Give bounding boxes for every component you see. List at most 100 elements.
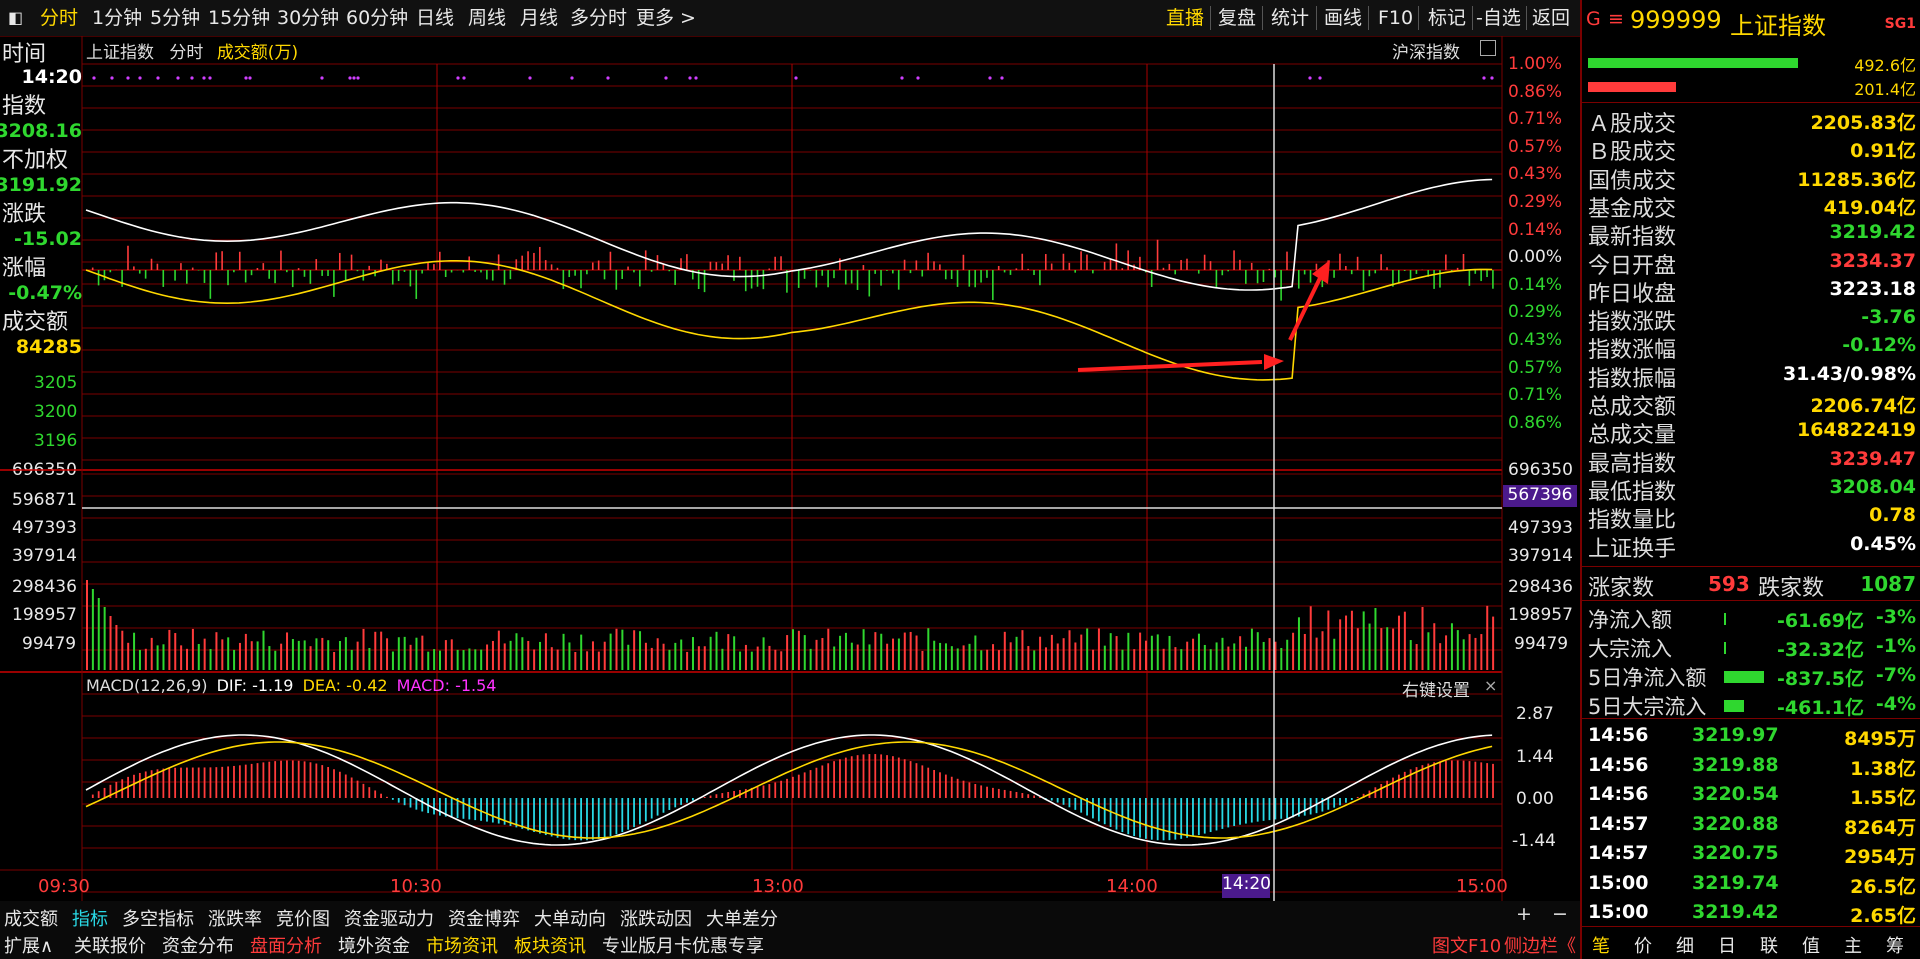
event-dot [456, 76, 460, 80]
volume-bar [1233, 643, 1236, 670]
trend-bar [1215, 270, 1218, 288]
info-tab[interactable]: 盘面分析 [250, 932, 322, 958]
volume-bar [227, 637, 230, 670]
volume-bar [191, 628, 194, 670]
indicator-tab[interactable]: 大单动向 [534, 905, 606, 931]
trend-bar [1486, 270, 1488, 278]
close-icon[interactable]: × [1484, 676, 1497, 695]
trend-bar [1080, 251, 1082, 270]
info-tab[interactable]: 境外资金 [338, 932, 410, 958]
flow-pct: -3% [1875, 606, 1916, 628]
volume-bar [421, 635, 424, 670]
trend-bar [227, 270, 229, 286]
zoom-in-button[interactable]: + [1516, 903, 1532, 925]
volume-bar [1239, 636, 1242, 670]
volume-bar [997, 650, 1000, 670]
volume-bar [1256, 632, 1259, 670]
trend-bar [174, 270, 176, 281]
volume-axis-right: 198957 [1508, 605, 1573, 625]
macd-bar [197, 767, 200, 798]
macd-bar [944, 774, 947, 798]
trend-bar [403, 270, 406, 272]
panel-tab[interactable]: 日 [1718, 932, 1736, 958]
volume-bar [1197, 633, 1200, 670]
trend-bar [1456, 267, 1459, 270]
volume-bar [809, 648, 812, 670]
panel-tab[interactable]: 笔 [1592, 932, 1610, 958]
macd-bar [1286, 798, 1288, 819]
volume-bar [409, 644, 412, 670]
macd-bar [709, 795, 712, 798]
trend-bar [109, 270, 112, 273]
indicator-tab[interactable]: 指标 [72, 905, 108, 931]
macd-bar [1450, 760, 1453, 798]
panel-tab[interactable]: 值 [1802, 932, 1820, 958]
f10-link[interactable]: 图文F10 [1432, 932, 1501, 958]
panel-tab[interactable]: 细 [1676, 932, 1694, 958]
trend-bar [486, 270, 488, 280]
macd-bar [327, 767, 330, 798]
volume-bar [174, 633, 177, 670]
indicator-tab[interactable]: 涨跌动因 [620, 905, 692, 931]
macd-bar [215, 767, 218, 798]
indicator-tab[interactable]: 资金驱动力 [344, 905, 434, 931]
indicator-tab[interactable]: 成交额 [4, 905, 58, 931]
macd-bar [1233, 798, 1236, 827]
trend-bar [291, 270, 294, 288]
menu-icon[interactable]: ≡ [1608, 8, 1624, 30]
pct-axis-label: 0.00% [1508, 247, 1563, 268]
trend-bar [786, 270, 788, 293]
trend-bar [580, 270, 582, 289]
macd-bar [433, 798, 435, 815]
sidebar-toggle[interactable]: 侧边栏《 [1504, 932, 1576, 958]
volume-bar [1092, 649, 1095, 670]
macd-bar [268, 761, 271, 798]
macd-bar [815, 767, 818, 798]
volume-bar [1356, 628, 1359, 670]
trend-bar [780, 256, 782, 270]
trend-bar [338, 252, 341, 270]
volume-bar [1221, 637, 1224, 670]
volume-bar [86, 580, 88, 670]
trend-bar [903, 259, 906, 270]
indicator-tab[interactable]: 涨跌率 [208, 905, 262, 931]
indicator-tab[interactable]: 大单差分 [706, 905, 778, 931]
panel-tab[interactable]: 筹 [1886, 932, 1904, 958]
panel-tab[interactable]: 价 [1634, 932, 1652, 958]
panel-tab[interactable]: 主 [1844, 932, 1862, 958]
trade-volume: 2.65亿 [1850, 905, 1916, 927]
trend-bar [321, 270, 323, 276]
macd-bar [892, 756, 894, 798]
indicator-tab[interactable]: 资金博弈 [448, 905, 520, 931]
info-tab[interactable]: 关联报价 [74, 932, 146, 958]
macd-bar [939, 772, 941, 798]
macd-bar [539, 798, 541, 834]
indicator-tab[interactable]: 竞价图 [276, 905, 330, 931]
macd-bar [1015, 791, 1018, 798]
macd-bar [409, 798, 412, 808]
info-tab[interactable]: 专业版月卡优惠专享 [602, 932, 764, 958]
zoom-out-button[interactable]: − [1552, 903, 1568, 925]
volume-bar [668, 649, 671, 670]
trend-bar [103, 270, 106, 281]
flow-label: 净流入额 [1588, 608, 1672, 632]
info-tab[interactable]: 板块资讯 [514, 932, 586, 958]
macd-bar [797, 774, 800, 798]
info-tab[interactable]: 市场资讯 [426, 932, 498, 958]
stat-value: 0.45% [1850, 532, 1916, 555]
macd-bar [703, 797, 706, 798]
stat-value: 3219.42 [1829, 221, 1916, 244]
decliners-value: 1087 [1860, 572, 1916, 596]
macd-settings[interactable]: 右键设置 [1402, 676, 1470, 701]
panel-tab[interactable]: 联 [1760, 932, 1778, 958]
macd-bar [1080, 798, 1083, 813]
chart-grid [0, 36, 1503, 901]
stat-label: 指数振幅 [1588, 366, 1677, 392]
trade-time: 14:57 [1588, 842, 1649, 864]
volume-bar [1086, 628, 1089, 670]
info-tab[interactable]: 资金分布 [162, 932, 234, 958]
indicator-tab[interactable]: 多空指标 [122, 905, 194, 931]
macd-bar [250, 763, 253, 798]
macd-bar [980, 785, 983, 798]
info-tab[interactable]: 扩展∧ [4, 932, 53, 958]
